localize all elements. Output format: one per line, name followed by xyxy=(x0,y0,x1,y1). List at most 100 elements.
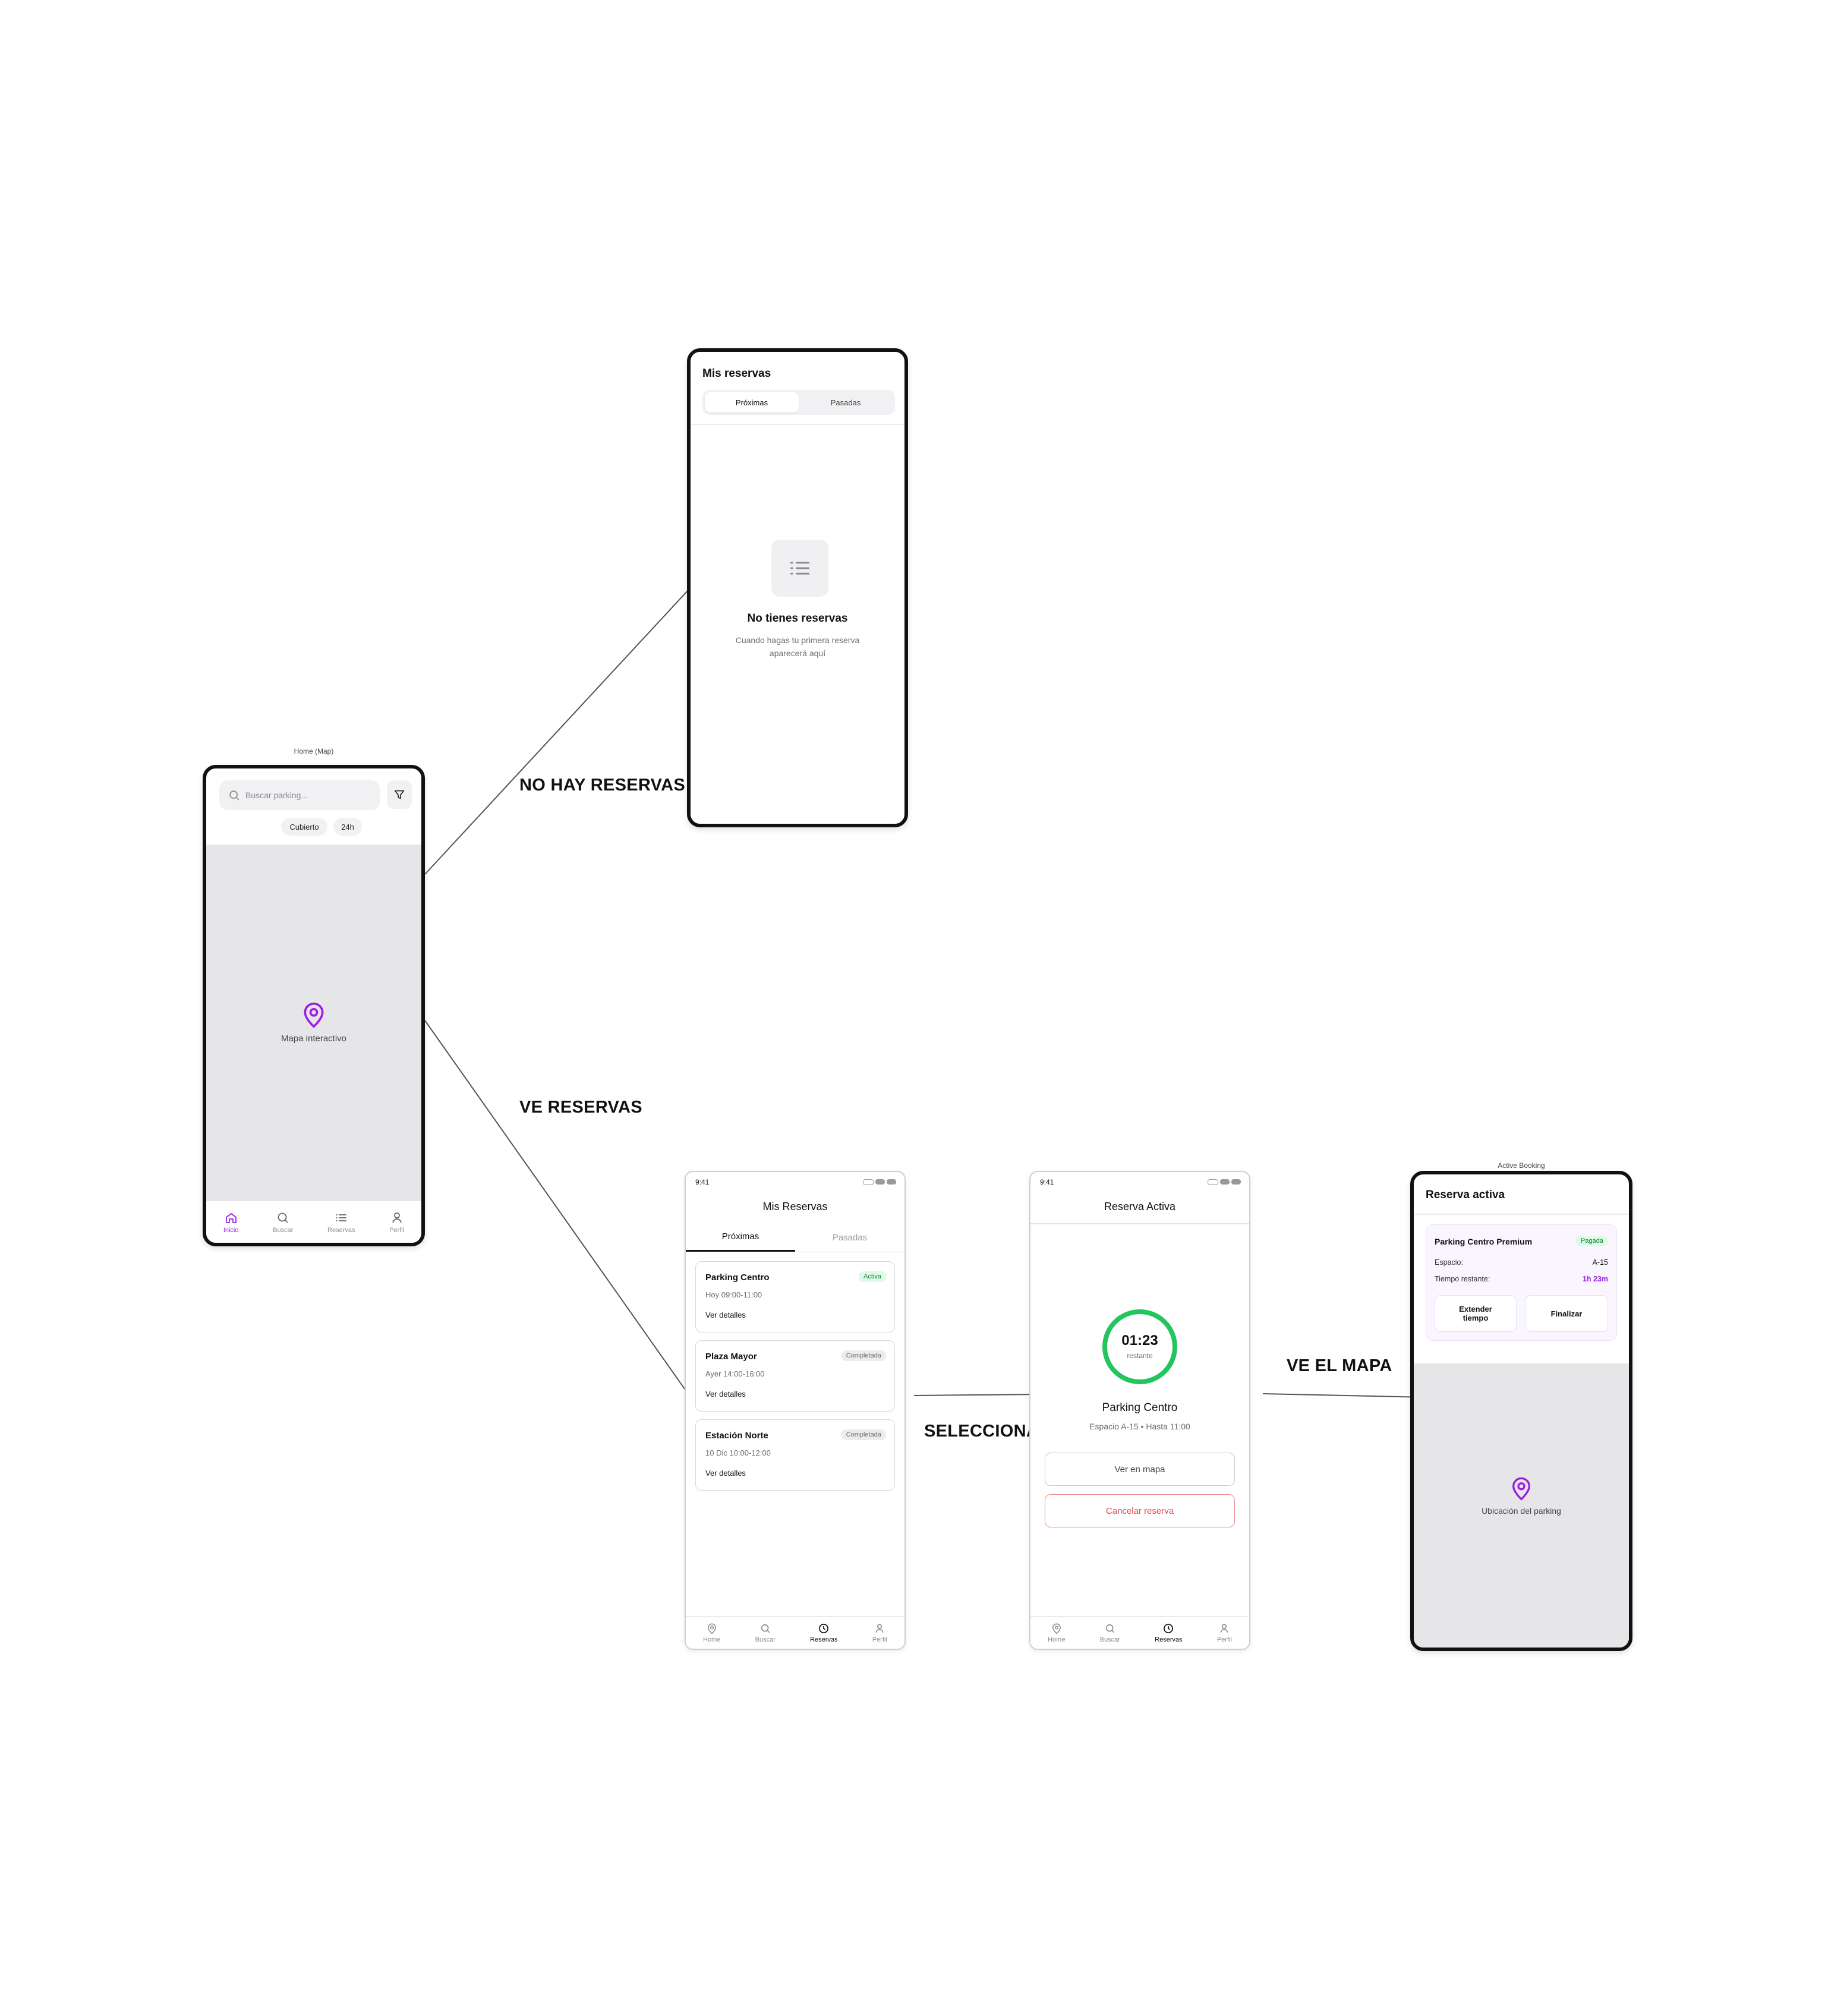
parking-location-map[interactable]: Ubicación del parking xyxy=(1414,1363,1629,1648)
search-icon xyxy=(1105,1624,1115,1633)
home-tabbar: Inicio Buscar Reservas Perfil xyxy=(206,1201,421,1243)
reservations-tabs: Próximas Pasadas xyxy=(686,1223,904,1252)
clock-icon xyxy=(819,1623,829,1633)
search-icon xyxy=(278,1212,288,1223)
nav-profile-label: Perfil xyxy=(872,1636,887,1643)
filter-button[interactable] xyxy=(387,780,412,809)
nav-reservations[interactable]: Reservas xyxy=(1155,1623,1183,1643)
nav-search[interactable]: Buscar xyxy=(1100,1623,1120,1643)
view-details-link[interactable]: Ver detalles xyxy=(705,1390,746,1398)
nav-profile[interactable]: Perfil xyxy=(1217,1623,1232,1643)
battery-icon xyxy=(1208,1179,1218,1185)
tab-upcoming[interactable]: Próximas xyxy=(686,1223,795,1252)
nav-home-label: Home xyxy=(1048,1636,1066,1643)
page-title: Mis Reservas xyxy=(762,1201,828,1212)
reservation-name: Estación Norte xyxy=(705,1431,768,1441)
space-value: A-15 xyxy=(1592,1258,1608,1267)
flow-label-no-reservations: NO HAY RESERVAS xyxy=(519,776,686,795)
time-remaining-value: 1h 23m xyxy=(1582,1275,1608,1283)
reservation-time: Ayer 14:00-16:00 xyxy=(705,1369,765,1378)
reservation-detail: Espacio A-15 • Hasta 11:00 xyxy=(1089,1422,1190,1431)
empty-illustration xyxy=(771,540,828,597)
countdown-label: restante xyxy=(1127,1352,1153,1360)
empty-reservations-screen: Mis reservas Próximas Pasadas No tienes … xyxy=(687,348,908,827)
extend-time-label-2: tiempo xyxy=(1463,1313,1489,1322)
tab-home[interactable]: Inicio xyxy=(223,1211,239,1234)
empty-text-line-1: Cuando hagas tu primera reserva xyxy=(735,635,860,645)
page-title: Reserva Activa xyxy=(1104,1201,1176,1212)
user-icon xyxy=(392,1212,402,1223)
interactive-map[interactable]: Mapa interactivo xyxy=(206,845,421,1201)
extend-time-label-1: Extender xyxy=(1459,1305,1492,1313)
signal-icon xyxy=(1231,1179,1241,1185)
list-icon xyxy=(336,1214,347,1221)
flow-label-sees-reservations: VE RESERVAS xyxy=(519,1098,642,1117)
bottom-nav: Home Buscar Reservas Perfil xyxy=(686,1616,904,1649)
nav-search[interactable]: Buscar xyxy=(755,1623,776,1643)
finish-button[interactable]: Finalizar xyxy=(1525,1295,1608,1332)
tab-profile-label: Perfil xyxy=(389,1226,405,1234)
reservations-list-screen: 9:41 Mis Reservas Próximas Pasadas Parki… xyxy=(685,1171,906,1650)
reservation-card[interactable]: Plaza Mayor Completada Ayer 14:00-16:00 … xyxy=(695,1340,895,1412)
nav-reservations[interactable]: Reservas xyxy=(810,1623,838,1643)
home-screen: Buscar parking... Cubierto 24h Mapa inte… xyxy=(203,765,425,1246)
user-icon xyxy=(875,1624,884,1633)
page-title: Mis reservas xyxy=(702,367,771,380)
view-details-link[interactable]: Ver detalles xyxy=(705,1311,746,1319)
empty-description: Cuando hagas tu primera reserva aparecer… xyxy=(691,634,904,660)
map-pin-icon xyxy=(1052,1623,1061,1634)
tab-search-label: Buscar xyxy=(273,1226,294,1234)
active-reservation-screen: 9:41 Reserva Activa 01:23 restante Parki… xyxy=(1029,1171,1250,1650)
tab-search[interactable]: Buscar xyxy=(273,1211,293,1234)
cancel-reservation-button[interactable]: Cancelar reserva xyxy=(1045,1494,1235,1527)
divider xyxy=(1414,1214,1629,1215)
map-label: Ubicación del parking xyxy=(1482,1506,1561,1516)
divider xyxy=(691,424,904,425)
nav-search-label: Buscar xyxy=(755,1636,776,1643)
tab-past[interactable]: Pasadas xyxy=(795,1223,904,1252)
time-remaining-label: Tiempo restante: xyxy=(1435,1275,1490,1283)
signal-icon xyxy=(887,1179,896,1185)
page-title: Reserva activa xyxy=(1426,1189,1505,1201)
reservations-tabs: Próximas Pasadas xyxy=(702,390,895,415)
user-icon xyxy=(1220,1624,1229,1633)
extend-time-button[interactable]: Extender tiempo xyxy=(1435,1295,1517,1332)
nav-home-label: Home xyxy=(703,1636,721,1643)
booking-parking-name: Parking Centro Premium xyxy=(1435,1237,1533,1246)
battery-icon xyxy=(863,1179,874,1185)
tab-home-label: Inicio xyxy=(223,1226,239,1234)
tab-upcoming[interactable]: Próximas xyxy=(705,392,799,412)
status-badge: Completada xyxy=(841,1429,886,1440)
active-booking-caption: Active Booking xyxy=(1498,1161,1545,1170)
search-icon xyxy=(229,790,239,801)
tab-reservations[interactable]: Reservas xyxy=(327,1211,355,1234)
nav-home[interactable]: Home xyxy=(703,1623,720,1643)
bottom-nav: Home Buscar Reservas Perfil xyxy=(1030,1616,1249,1649)
flow-label-selects: SELECCIONA xyxy=(924,1422,1039,1441)
parking-name: Parking Centro xyxy=(1102,1401,1178,1414)
status-time: 9:41 xyxy=(695,1178,710,1186)
map-pin-icon xyxy=(707,1623,716,1634)
nav-profile[interactable]: Perfil xyxy=(872,1623,887,1643)
nav-search-label: Buscar xyxy=(1099,1636,1120,1643)
map-pin-icon xyxy=(1512,1477,1531,1501)
countdown-time: 01:23 xyxy=(1121,1333,1158,1349)
tab-past[interactable]: Pasadas xyxy=(799,392,893,412)
reservation-name: Plaza Mayor xyxy=(705,1352,757,1362)
reservation-card[interactable]: Parking Centro Activa Hoy 09:00-11:00 Ve… xyxy=(695,1261,895,1333)
tab-profile[interactable]: Perfil xyxy=(389,1211,404,1234)
home-caption: Home (Map) xyxy=(294,747,334,755)
clock-icon xyxy=(1164,1623,1174,1633)
chip-24h[interactable]: 24h xyxy=(333,818,362,836)
nav-home[interactable]: Home xyxy=(1048,1623,1065,1643)
divider xyxy=(1030,1223,1249,1224)
booking-card: Parking Centro Premium Pagada Espacio: A… xyxy=(1426,1224,1617,1341)
reservation-time: Hoy 09:00-11:00 xyxy=(705,1290,762,1299)
chip-covered[interactable]: Cubierto xyxy=(281,818,327,836)
view-on-map-button[interactable]: Ver en mapa xyxy=(1045,1453,1235,1486)
reservation-card[interactable]: Estación Norte Completada 10 Dic 10:00-1… xyxy=(695,1419,895,1491)
status-badge: Activa xyxy=(859,1271,886,1282)
search-input[interactable]: Buscar parking... xyxy=(219,780,380,810)
view-details-link[interactable]: Ver detalles xyxy=(705,1469,746,1478)
search-placeholder: Buscar parking... xyxy=(245,790,308,800)
